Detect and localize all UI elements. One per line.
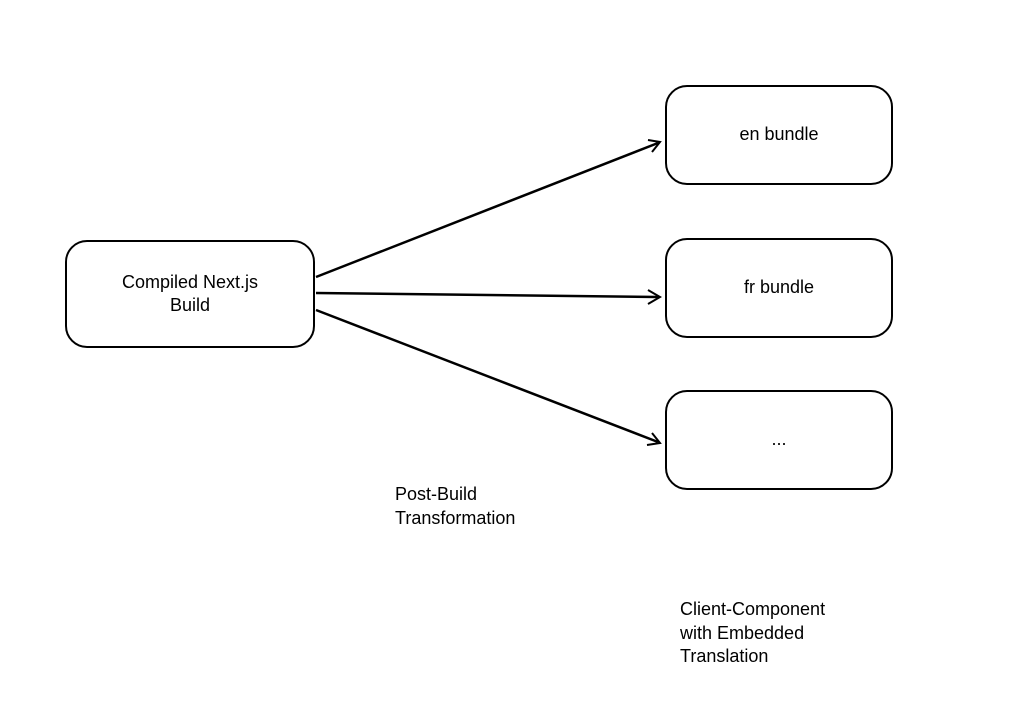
arrow-to-fr [316,290,660,304]
target-box-en: en bundle [665,85,893,185]
right-label: Client-Component with Embedded Translati… [680,575,825,669]
target-box-fr-label: fr bundle [744,276,814,299]
target-box-more: ... [665,390,893,490]
center-label: Post-Build Transformation [395,460,515,530]
center-label-text: Post-Build Transformation [395,484,515,527]
target-box-fr: fr bundle [665,238,893,338]
right-label-text: Client-Component with Embedded Translati… [680,599,825,666]
source-box: Compiled Next.js Build [65,240,315,348]
target-box-en-label: en bundle [739,123,818,146]
arrow-to-en [316,140,660,277]
arrow-to-more [316,310,660,445]
source-box-label: Compiled Next.js Build [122,271,258,318]
target-box-more-label: ... [771,428,786,451]
